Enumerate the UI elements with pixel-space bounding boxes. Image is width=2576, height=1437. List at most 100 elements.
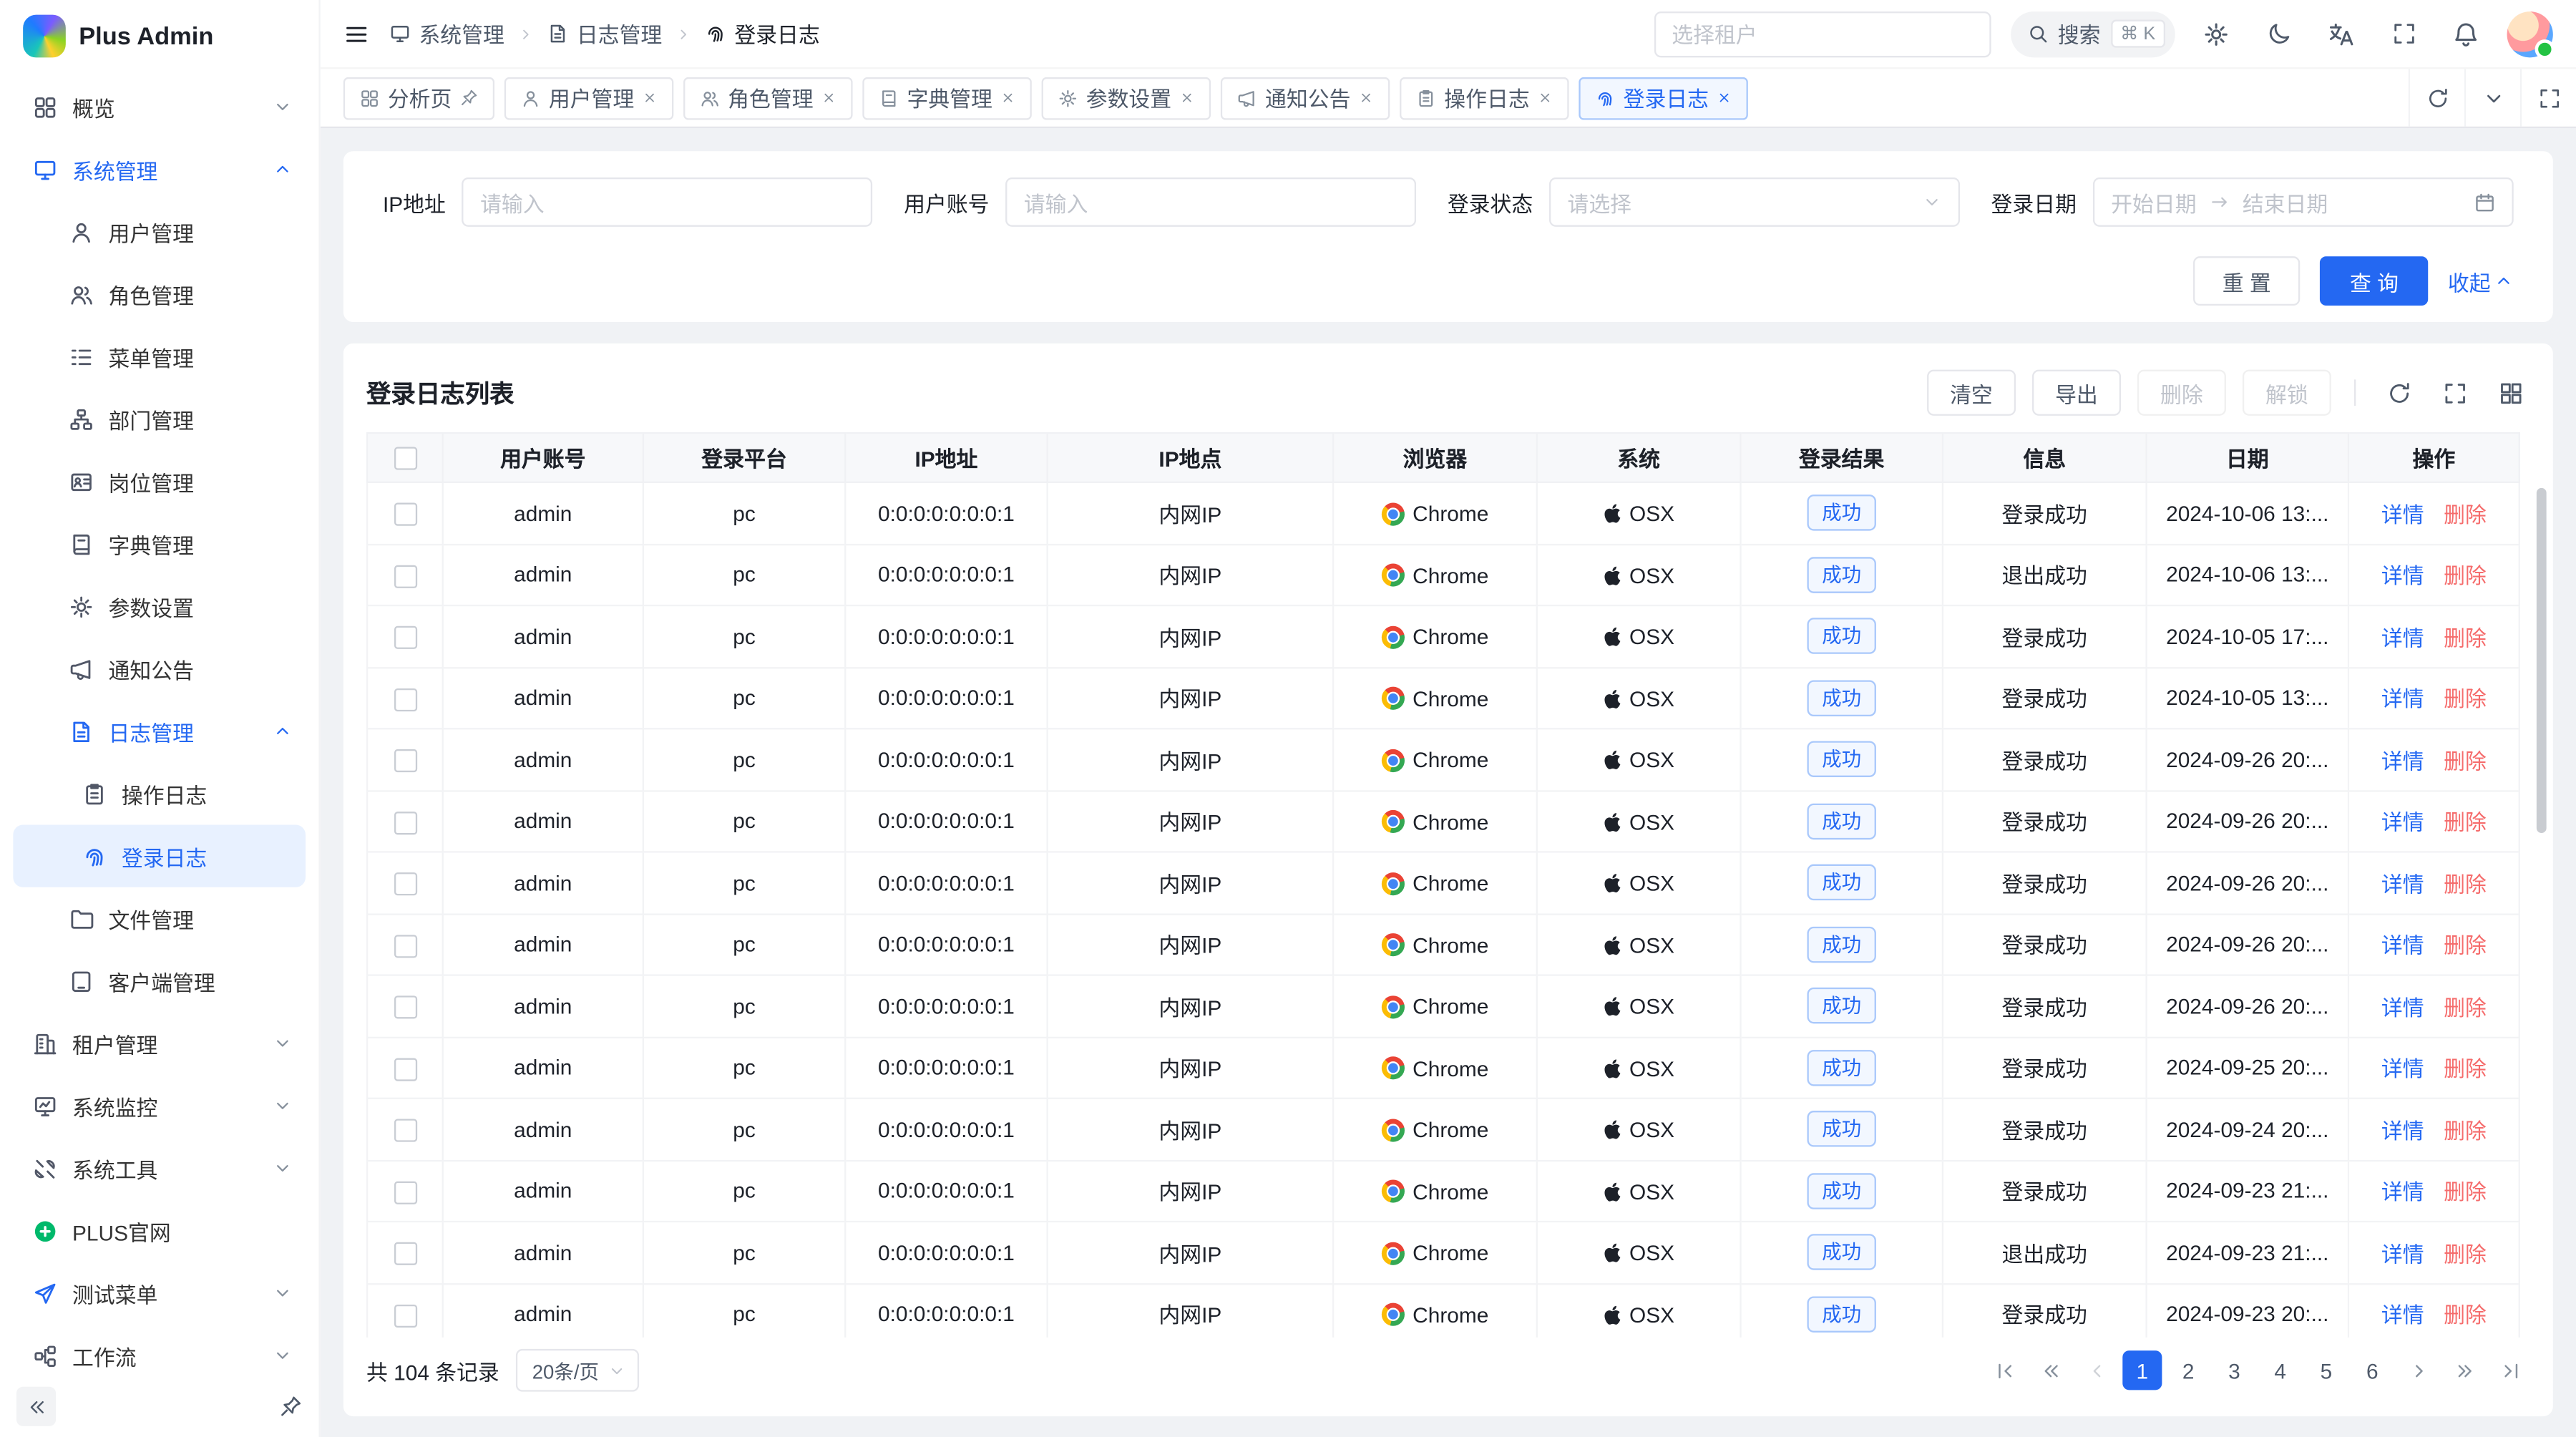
refresh-table-button[interactable] xyxy=(2379,373,2418,412)
detail-link[interactable]: 详情 xyxy=(2381,502,2424,527)
detail-link[interactable]: 详情 xyxy=(2381,1057,2424,1081)
delete-link[interactable]: 删除 xyxy=(2444,934,2487,958)
vertical-scrollbar[interactable] xyxy=(2537,488,2547,833)
page-3-button[interactable]: 3 xyxy=(2215,1350,2254,1390)
row-checkbox[interactable] xyxy=(394,1119,416,1142)
delete-link[interactable]: 删除 xyxy=(2444,502,2487,527)
sidebar-item-client[interactable]: 客户端管理 xyxy=(13,950,306,1012)
sidebar-collapse-button[interactable] xyxy=(16,1387,56,1426)
column-header-登录结果[interactable]: 登录结果 xyxy=(1741,433,1943,482)
filter-daterange[interactable]: 开始日期结束日期 xyxy=(2093,177,2514,227)
page-5-button[interactable]: 5 xyxy=(2306,1350,2346,1390)
skip-left-button[interactable] xyxy=(1984,1350,2024,1390)
tab-refresh-button[interactable] xyxy=(2409,69,2464,126)
page-4-button[interactable]: 4 xyxy=(2260,1350,2300,1390)
sidebar-item-system[interactable]: 系统管理 xyxy=(13,138,306,200)
bell-icon[interactable] xyxy=(2444,12,2487,55)
detail-link[interactable]: 详情 xyxy=(2381,872,2424,897)
tab-close-icon[interactable] xyxy=(1180,90,1195,105)
row-checkbox[interactable] xyxy=(394,565,416,588)
tab-操作日志[interactable]: 操作日志 xyxy=(1400,77,1569,120)
delete-link[interactable]: 删除 xyxy=(2444,995,2487,1020)
column-header-日期[interactable]: 日期 xyxy=(2147,433,2348,482)
delete-link[interactable]: 删除 xyxy=(2444,564,2487,588)
tab-close-icon[interactable] xyxy=(821,90,836,105)
filter-input-IP地址[interactable]: 请输入 xyxy=(462,177,873,227)
column-header-操作[interactable]: 操作 xyxy=(2348,433,2519,482)
row-checkbox[interactable] xyxy=(394,1181,416,1204)
user-avatar[interactable] xyxy=(2507,11,2553,57)
sidebar-item-logmgmt[interactable]: 日志管理 xyxy=(13,700,306,762)
sidebar-item-overview[interactable]: 概览 xyxy=(13,76,306,138)
breadcrumb-item[interactable]: 系统管理 xyxy=(389,18,504,49)
delete-link[interactable]: 删除 xyxy=(2444,749,2487,773)
tab-close-icon[interactable] xyxy=(1717,90,1732,105)
tab-通知公告[interactable]: 通知公告 xyxy=(1221,77,1390,120)
chevron-right-button[interactable] xyxy=(2399,1350,2438,1390)
sidebar-item-role[interactable]: 角色管理 xyxy=(13,263,306,325)
detail-link[interactable]: 详情 xyxy=(2381,1180,2424,1204)
sidebar-item-tenant[interactable]: 租户管理 xyxy=(13,1012,306,1074)
page-2-button[interactable]: 2 xyxy=(2169,1350,2208,1390)
dbl-left-button[interactable] xyxy=(2031,1350,2070,1390)
sidebar-pin-icon[interactable] xyxy=(279,1395,302,1418)
row-checkbox[interactable] xyxy=(394,626,416,649)
page-1-button[interactable]: 1 xyxy=(2122,1350,2162,1390)
search-button[interactable]: 查 询 xyxy=(2321,256,2429,306)
sidebar-item-dict[interactable]: 字典管理 xyxy=(13,512,306,575)
column-header-IP地点[interactable]: IP地点 xyxy=(1048,433,1333,482)
tab-close-icon[interactable] xyxy=(643,90,658,105)
tab-角色管理[interactable]: 角色管理 xyxy=(683,77,853,120)
sidebar-item-user[interactable]: 用户管理 xyxy=(13,200,306,263)
tab-用户管理[interactable]: 用户管理 xyxy=(504,77,674,120)
tab-登录日志[interactable]: 登录日志 xyxy=(1579,77,1749,120)
column-header-系统[interactable]: 系统 xyxy=(1537,433,1741,482)
detail-link[interactable]: 详情 xyxy=(2381,564,2424,588)
sidebar-item-test[interactable]: 测试菜单 xyxy=(13,1262,306,1324)
sidebar-item-plus-site[interactable]: PLUS官网 xyxy=(13,1199,306,1262)
detail-link[interactable]: 详情 xyxy=(2381,934,2424,958)
translate-icon[interactable] xyxy=(2320,12,2363,55)
row-checkbox[interactable] xyxy=(394,995,416,1018)
chevron-left-button[interactable] xyxy=(2077,1350,2116,1390)
breadcrumb-item[interactable]: 日志管理 xyxy=(547,18,663,49)
collapse-filters-link[interactable]: 收起 xyxy=(2448,266,2514,297)
row-checkbox[interactable] xyxy=(394,1304,416,1327)
detail-link[interactable]: 详情 xyxy=(2381,810,2424,834)
sidebar-item-post[interactable]: 岗位管理 xyxy=(13,450,306,512)
delete-link[interactable]: 删除 xyxy=(2444,687,2487,711)
row-checkbox[interactable] xyxy=(394,749,416,772)
page-6-button[interactable]: 6 xyxy=(2353,1350,2392,1390)
sidebar-item-file[interactable]: 文件管理 xyxy=(13,887,306,950)
row-checkbox[interactable] xyxy=(394,811,416,834)
export-button[interactable]: 导出 xyxy=(2032,370,2121,416)
sidebar-item-notice[interactable]: 通知公告 xyxy=(13,638,306,700)
column-header-用户账号[interactable]: 用户账号 xyxy=(443,433,643,482)
delete-link[interactable]: 删除 xyxy=(2444,1119,2487,1143)
filter-input-用户账号[interactable]: 请输入 xyxy=(1006,177,1417,227)
sidebar-item-tools[interactable]: 系统工具 xyxy=(13,1137,306,1199)
detail-link[interactable]: 详情 xyxy=(2381,1242,2424,1266)
row-checkbox[interactable] xyxy=(394,872,416,895)
skip-right-button[interactable] xyxy=(2491,1350,2530,1390)
tab-字典管理[interactable]: 字典管理 xyxy=(862,77,1032,120)
detail-link[interactable]: 详情 xyxy=(2381,687,2424,711)
column-header-登录平台[interactable]: 登录平台 xyxy=(643,433,845,482)
delete-link[interactable]: 删除 xyxy=(2444,1303,2487,1328)
delete-link[interactable]: 删除 xyxy=(2444,1242,2487,1266)
sidebar-item-dept[interactable]: 部门管理 xyxy=(13,388,306,450)
reset-button[interactable]: 重 置 xyxy=(2192,256,2301,306)
delete-link[interactable]: 删除 xyxy=(2444,1180,2487,1204)
detail-link[interactable]: 详情 xyxy=(2381,995,2424,1020)
dbl-right-button[interactable] xyxy=(2444,1350,2484,1390)
row-checkbox[interactable] xyxy=(394,688,416,711)
delete-link[interactable]: 删除 xyxy=(2444,810,2487,834)
detail-link[interactable]: 详情 xyxy=(2381,625,2424,650)
fullscreen-table-button[interactable] xyxy=(2435,373,2474,412)
filter-select-登录状态[interactable]: 请选择 xyxy=(1549,177,1960,227)
sidebar-item-menu[interactable]: 菜单管理 xyxy=(13,326,306,388)
column-header-IP地址[interactable]: IP地址 xyxy=(845,433,1047,482)
tab-fullscreen-button[interactable] xyxy=(2520,69,2576,126)
global-search[interactable]: 搜索 ⌘ K xyxy=(2010,11,2175,57)
sidebar-item-workflow[interactable]: 工作流 xyxy=(13,1324,306,1375)
